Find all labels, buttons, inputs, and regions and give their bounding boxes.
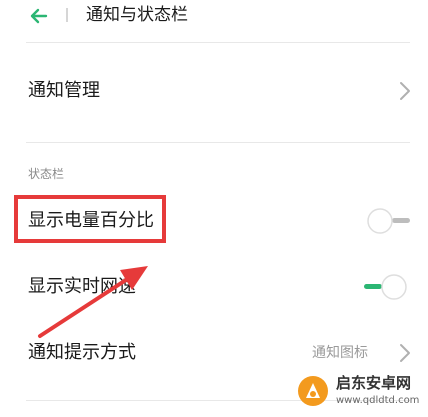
divider	[26, 142, 410, 143]
watermark-logo-icon	[298, 376, 328, 406]
realtime-speed-label: 显示实时网速	[28, 276, 136, 297]
battery-percentage-toggle[interactable]	[366, 206, 412, 236]
section-header-status-bar: 状态栏	[28, 167, 65, 181]
watermark-name: 启东安卓网	[336, 374, 412, 392]
notification-style-label: 通知提示方式	[28, 342, 136, 363]
notification-style-value: 通知图标	[312, 345, 368, 361]
notification-management-label: 通知管理	[28, 80, 100, 101]
chevron-right-icon	[400, 82, 410, 100]
page-title: 通知与状态栏	[86, 5, 188, 25]
realtime-speed-toggle[interactable]	[362, 272, 408, 302]
highlight-box	[14, 195, 166, 243]
back-button[interactable]	[26, 4, 54, 28]
arrow-left-icon	[30, 8, 48, 24]
chevron-right-icon	[400, 344, 410, 362]
watermark: 启东安卓网 www.qdldtd.com	[296, 372, 422, 412]
realtime-speed-row[interactable]: 显示实时网速	[0, 258, 428, 316]
header-separator	[66, 8, 68, 22]
divider	[26, 42, 410, 43]
notification-management-row[interactable]: 通知管理	[0, 62, 428, 120]
top-bar: 通知与状态栏	[0, 0, 428, 40]
watermark-url: www.qdldtd.com	[336, 395, 420, 406]
